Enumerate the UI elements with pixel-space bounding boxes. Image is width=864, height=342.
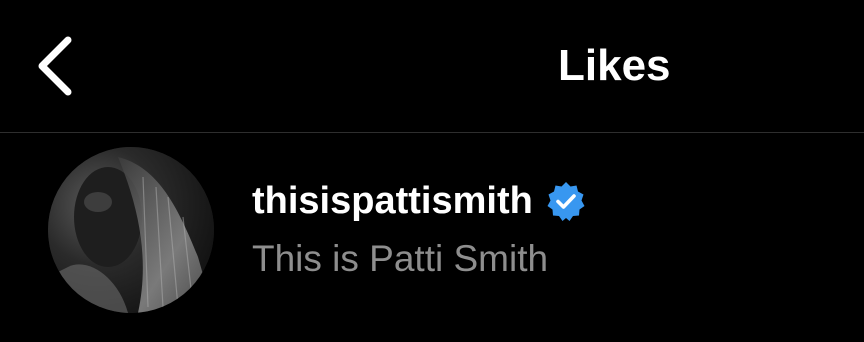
- full-name: This is Patti Smith: [252, 238, 549, 279]
- username[interactable]: thisispattismith: [252, 177, 533, 225]
- header-bar: Likes: [0, 0, 864, 132]
- verified-badge-icon: [545, 180, 587, 222]
- list-item[interactable]: thisispattismith This is Patti Smith: [0, 133, 864, 342]
- avatar[interactable]: [48, 147, 214, 313]
- page-title: Likes: [558, 41, 671, 90]
- username-line: thisispattismith: [252, 177, 587, 225]
